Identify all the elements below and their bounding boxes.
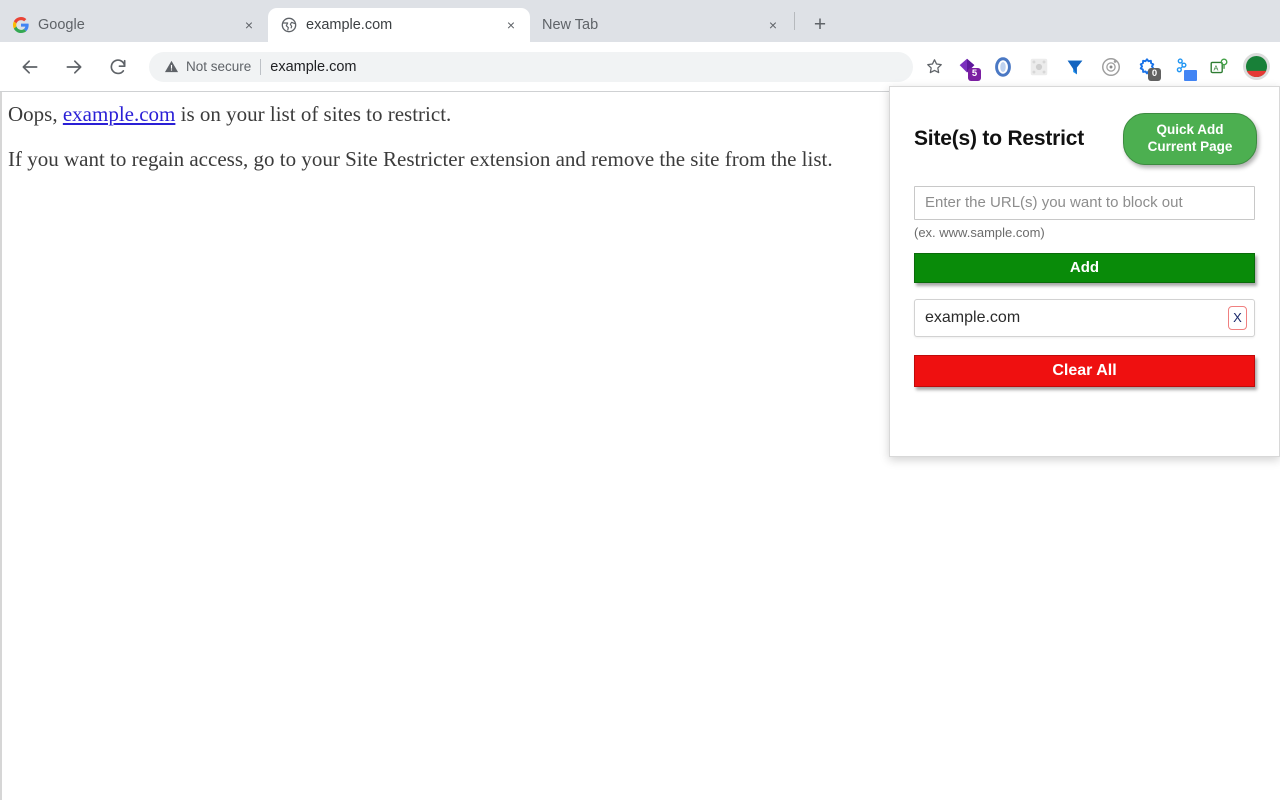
extensions-area: 5	[949, 52, 1237, 82]
site-name: example.com	[925, 309, 1020, 327]
warning-triangle-icon	[163, 59, 179, 75]
tab-close-icon[interactable]: ×	[238, 14, 260, 36]
tab-title: New Tab	[542, 17, 756, 33]
security-status-label: Not secure	[186, 59, 251, 74]
blue-ring-extension-icon[interactable]	[988, 52, 1018, 82]
tab-example-com[interactable]: example.com ×	[268, 8, 530, 42]
tab-close-icon[interactable]: ×	[762, 14, 784, 36]
popup-title: Site(s) to Restrict	[914, 127, 1084, 151]
address-bar[interactable]: Not secure example.com	[149, 52, 913, 82]
svg-text:A: A	[1214, 63, 1219, 72]
back-button[interactable]	[15, 52, 45, 82]
url-text: example.com	[270, 59, 356, 75]
remove-site-button[interactable]: X	[1228, 306, 1247, 330]
popup-header: Site(s) to Restrict Quick Add Current Pa…	[890, 87, 1279, 165]
forward-button[interactable]	[59, 52, 89, 82]
bookmark-star-icon[interactable]	[919, 52, 949, 82]
green-translate-extension-icon[interactable]: A	[1204, 52, 1234, 82]
page-left-edge	[0, 92, 2, 800]
quick-add-current-page-button[interactable]: Quick Add Current Page	[1123, 113, 1257, 165]
reload-button[interactable]	[103, 52, 133, 82]
tab-title: example.com	[306, 17, 494, 33]
blue-funnel-extension-icon[interactable]	[1060, 52, 1090, 82]
blue-gear-extension-icon[interactable]: 0	[1132, 52, 1162, 82]
tab-title: Google	[38, 17, 232, 33]
message-suffix: is on your list of sites to restrict.	[175, 102, 451, 126]
extension-badge	[1184, 70, 1197, 81]
new-tab-button[interactable]: +	[805, 9, 835, 39]
tab-new-tab[interactable]: New Tab ×	[530, 8, 792, 42]
extension-badge: 5	[968, 68, 981, 81]
blue-molecule-extension-icon[interactable]	[1168, 52, 1198, 82]
extension-badge: 0	[1148, 68, 1161, 81]
browser-window: Google × example.com × New Tab × +	[0, 0, 1280, 800]
popup-body: (ex. www.sample.com) Add example.com X C…	[890, 165, 1279, 387]
clear-all-button[interactable]: Clear All	[914, 355, 1255, 387]
profile-avatar[interactable]	[1243, 53, 1270, 80]
url-input-hint: (ex. www.sample.com)	[914, 225, 1255, 240]
gray-target-extension-icon[interactable]	[1096, 52, 1126, 82]
omnibox-divider	[260, 59, 261, 75]
globe-icon	[280, 17, 297, 34]
tab-strip: Google × example.com × New Tab × +	[0, 0, 1280, 42]
restricted-site-link[interactable]: example.com	[63, 102, 176, 126]
message-prefix: Oops,	[8, 102, 63, 126]
purple-diamond-extension-icon[interactable]: 5	[952, 52, 982, 82]
tab-google[interactable]: Google ×	[0, 8, 268, 42]
tab-separator	[794, 12, 795, 30]
site-restricter-popup: Site(s) to Restrict Quick Add Current Pa…	[889, 86, 1280, 457]
google-g-icon	[12, 17, 29, 34]
tab-close-icon[interactable]: ×	[500, 14, 522, 36]
url-input[interactable]	[914, 186, 1255, 220]
gray-grid-extension-icon[interactable]	[1024, 52, 1054, 82]
add-button[interactable]: Add	[914, 253, 1255, 283]
browser-toolbar: Not secure example.com 5	[0, 42, 1280, 92]
list-item: example.com X	[914, 299, 1255, 337]
